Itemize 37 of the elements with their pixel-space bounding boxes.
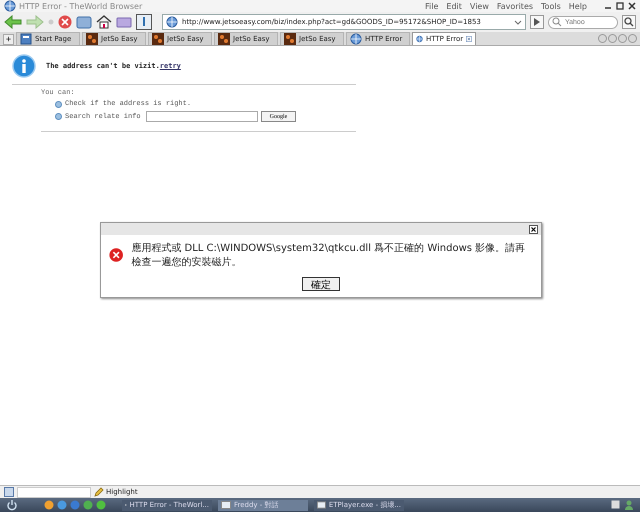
user-icon[interactable]: [624, 500, 634, 510]
back-icon[interactable]: [4, 15, 22, 29]
status-icon[interactable]: [4, 487, 14, 497]
home-icon[interactable]: [96, 15, 112, 29]
info-icon: [12, 54, 36, 78]
close-icon[interactable]: [529, 224, 538, 234]
menu-item[interactable]: View: [470, 2, 489, 10]
search-button[interactable]: [622, 15, 636, 29]
ok-button[interactable]: 確定: [302, 277, 340, 291]
maximize-icon[interactable]: [616, 2, 624, 10]
stop-icon[interactable]: [58, 15, 72, 29]
error-icon: [109, 246, 124, 264]
window-title: HTTP Error - TheWorld Browser: [19, 2, 142, 10]
power-icon[interactable]: [6, 499, 18, 511]
site-logo-icon: [152, 33, 164, 45]
site-logo-icon: [284, 33, 296, 45]
site-logo-icon: [86, 33, 98, 45]
menu-item[interactable]: Favorites: [496, 2, 534, 10]
close-icon[interactable]: [628, 2, 636, 10]
bullet-icon: [55, 100, 62, 108]
menu-item[interactable]: Tools: [541, 2, 561, 10]
menu-item[interactable]: Help: [568, 2, 587, 10]
search-input[interactable]: [146, 111, 258, 122]
web-page-icon: [416, 33, 423, 45]
web-page-icon: [166, 16, 178, 28]
site-logo-icon: [218, 33, 230, 45]
go-button[interactable]: [530, 15, 544, 29]
close-tab-icon[interactable]: [466, 34, 472, 44]
play-arrow-icon: [533, 18, 541, 26]
bullet-icon: [55, 113, 62, 120]
new-tab-button[interactable]: +: [3, 34, 14, 45]
menu-item[interactable]: File: [425, 2, 438, 10]
tray-icon[interactable]: [611, 500, 620, 509]
search-icon: [624, 17, 634, 27]
search-icon: [552, 17, 562, 27]
dialog-message: 應用程式或 DLL C:\WINDOWS\system32\qtkcu.dll 爲不正確的 Windows 影像。請再檢查一遍您的安裝磁片。: [131, 242, 526, 269]
menu-item[interactable]: Edit: [446, 2, 462, 10]
